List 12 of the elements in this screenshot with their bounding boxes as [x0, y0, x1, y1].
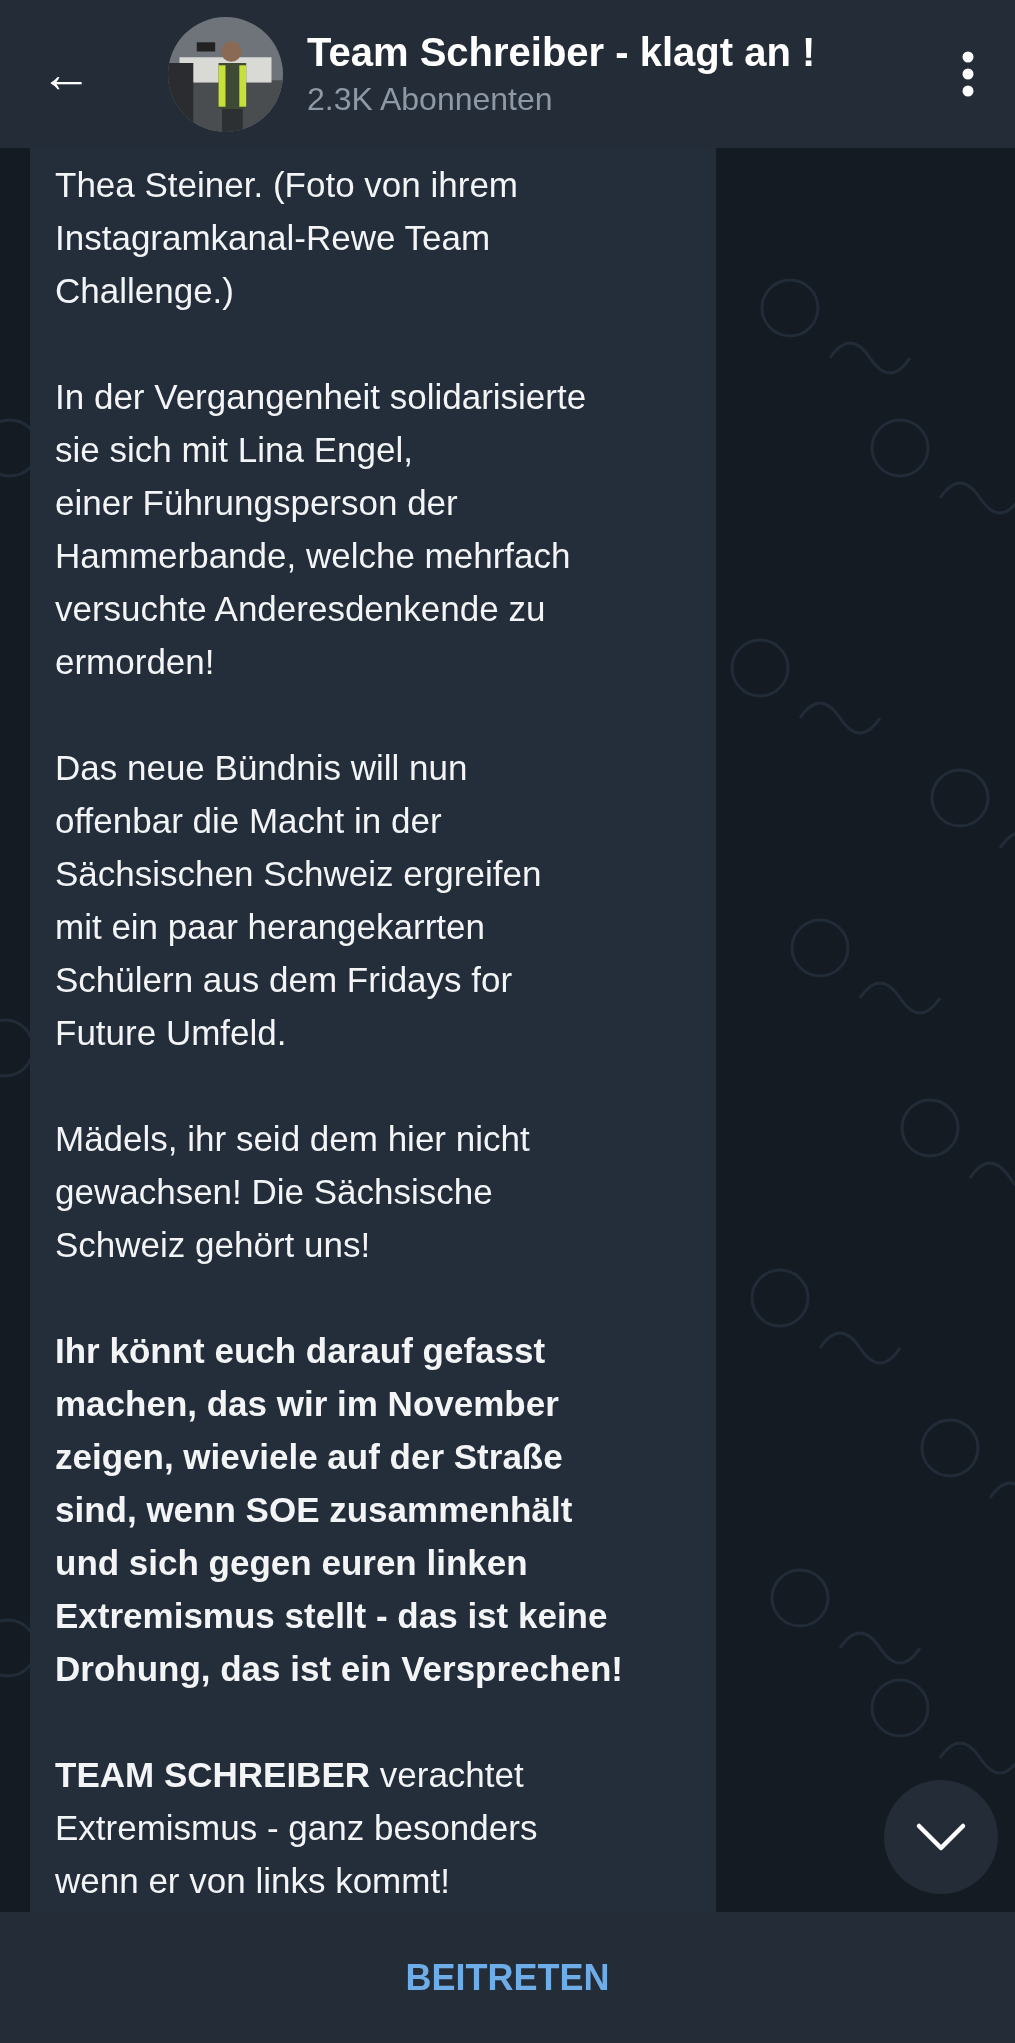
join-button[interactable]: BEITRETEN — [385, 1946, 630, 2009]
message-paragraph: Thea Steiner. (Foto von ihrem Instagramkanal-Rewe Team Challenge.) — [55, 164, 519, 312]
chevron-down-icon — [915, 1822, 967, 1852]
message-paragraph: Ihr könnt euch darauf gefasst machen, das wir im November zeigen, wieviele auf der Straße sind, wenn SOE zusammenhält und sich gegen euren linken Extremismus stellt - das ist keine Drohung, das ist ein Versprechen! — [55, 1330, 624, 1690]
message-paragraph: Mädels, ihr seid dem hier nicht gewachsen! Die Sächsische Schweiz gehört uns! — [55, 1118, 531, 1266]
message-paragraph: TEAM SCHREIBER verachtet Extremismus - ganz besonders wenn er von links kommt! — [55, 1754, 539, 1902]
back-arrow-icon[interactable]: ← — [40, 48, 110, 100]
more-options-icon[interactable] — [961, 51, 975, 97]
channel-title: Team Schreiber - klagt an ! — [307, 30, 817, 75]
subscriber-count: 2.3K Abonnenten — [307, 81, 554, 118]
message-paragraph: Das neue Bündnis will nun offenbar die Macht in der Sächsischen Schweiz ergreifen mit ein paar herangekarrten Schülern aus dem Fridays for Future Umfeld. — [55, 747, 543, 1054]
message-paragraph: In der Vergangenheit solidarisierte sie sich mit Lina Engel, einer Führungsperson der Hammerbande, welche mehrfach versuchte Anderesdenkende zu ermorden! — [55, 376, 588, 683]
